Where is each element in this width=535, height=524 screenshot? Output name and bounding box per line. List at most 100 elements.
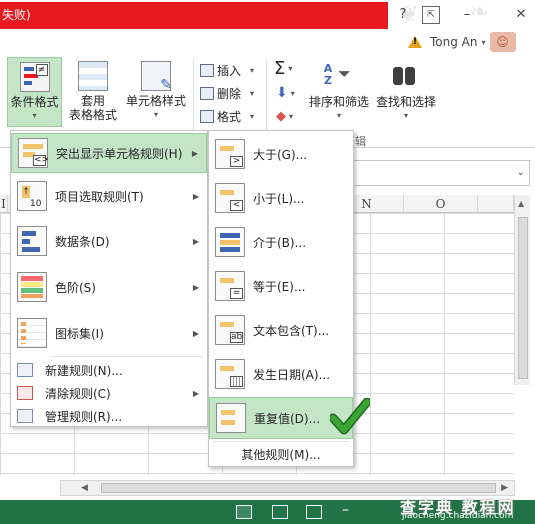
menu-item-text-contains[interactable]: ab 文本包含(T)... [209,309,353,351]
title-bar: 失败) ❦ ❧ ? ⇱ – ✕ [0,0,535,30]
format-cells-icon [200,109,214,123]
account-area[interactable]: Tong An ▾ ☺ [408,31,516,53]
fill-caret-icon: ▾ [290,88,295,98]
conditional-formatting-caret-icon: ▾ [32,111,37,120]
account-name: Tong An [430,35,478,49]
data-bars-icon [17,226,47,256]
menu-item-manage-rules[interactable]: 管理规则(R)... [11,405,207,427]
menu-item-more-rules[interactable]: 其他规则(M)... [209,446,353,463]
menu-item-label: 介于(B)... [253,235,307,250]
menu-item-highlight-cells-rules[interactable]: <> 突出显示单元格规则(H) ▶ [11,133,207,173]
help-button[interactable]: ? [394,6,412,24]
editing-group-label: 辑 [355,135,366,148]
page-layout-view-icon[interactable] [272,505,288,519]
clear-button[interactable]: ◆ ▾ [276,107,293,125]
find-select-caret-icon: ▾ [403,111,408,120]
page-break-view-icon[interactable] [306,505,322,519]
menu-separator [51,356,203,357]
menu-item-date-occurring[interactable]: 发生日期(A)... [209,353,353,395]
menu-item-clear-rules[interactable]: 清除规则(C) ▶ [11,382,207,404]
ribbon-display-options-icon[interactable]: ⇱ [422,6,440,24]
autosum-caret-icon: ▾ [288,63,293,73]
format-label: 格式 [217,109,242,124]
delete-button[interactable]: 删除 ▾ [200,84,254,102]
warning-icon [408,36,422,48]
normal-view-icon[interactable] [236,505,252,519]
menu-item-label: 小于(L)... [253,191,305,206]
vertical-scroll-thumb[interactable] [518,217,528,379]
window-title: 失败) [0,2,388,29]
format-as-table-button[interactable]: 套用 表格格式 [64,61,122,122]
column-header-partial[interactable]: I [0,195,8,213]
submenu-arrow-icon: ▶ [192,388,199,398]
horizontal-scroll-thumb[interactable] [101,483,496,493]
scroll-left-icon[interactable]: ◀ [81,483,88,493]
table-format-icon [78,61,108,91]
menu-item-icon-sets[interactable]: 图标集(I) ▶ [11,311,207,355]
autosum-button[interactable]: Σ ▾ [274,58,293,79]
vertical-scrollbar[interactable]: ▲ [514,195,530,385]
menu-item-label: 大于(G)... [253,147,308,162]
text-contains-icon: ab [215,315,245,345]
menu-item-label: 清除规则(C) [45,386,111,401]
menu-item-label: 等于(E)... [253,279,306,294]
sort-filter-button[interactable]: AZ ⏷ 排序和筛选 ▾ [306,61,372,123]
cell-styles-icon: ✎ [141,61,172,92]
date-occurring-icon [215,359,245,389]
find-select-button[interactable]: 查找和选择 ▾ [374,61,438,123]
sort-filter-caret-icon: ▾ [336,111,341,120]
menu-item-between[interactable]: 介于(B)... [209,221,353,263]
clear-caret-icon: ▾ [289,111,294,121]
conditional-formatting-button[interactable]: ≠ 条件格式 ▾ [7,57,62,127]
menu-item-less-than[interactable]: < 小于(L)... [209,177,353,219]
close-button[interactable]: ✕ [512,6,530,24]
new-rule-icon [17,363,33,377]
menu-item-data-bars[interactable]: 数据条(D) ▶ [11,219,207,263]
menu-item-label: 新建规则(N)... [45,363,123,378]
menu-item-label: 色阶(S) [55,280,96,295]
greater-than-icon: > [215,139,245,169]
menu-item-label: 图标集(I) [55,326,104,341]
menu-item-greater-than[interactable]: > 大于(G)... [209,133,353,175]
formula-bar[interactable]: ⌄ [352,160,530,186]
scroll-up-icon[interactable]: ▲ [518,199,524,208]
menu-item-new-rule[interactable]: 新建规则(N)... [11,359,207,381]
insert-button[interactable]: 插入 ▾ [200,61,254,79]
cell-styles-label: 单元格样式 [125,94,186,108]
menu-item-top-bottom-rules[interactable]: ↑ 10 项目选取规则(T) ▶ [11,175,207,217]
menu-item-label: 项目选取规则(T) [55,189,144,204]
menu-item-label: 突出显示单元格规则(H) [56,146,183,161]
column-header-next[interactable] [478,195,514,213]
clear-rules-icon [17,386,33,400]
table-format-label-line1: 套用 [80,94,105,108]
scroll-right-icon[interactable]: ▶ [501,483,508,493]
feedback-smile-icon[interactable]: ☺ [489,32,516,52]
insert-caret-icon: ▾ [250,65,255,75]
submenu-arrow-icon: ▶ [192,236,199,246]
submenu-arrow-icon: ▶ [192,282,199,292]
formula-bar-expand-icon[interactable]: ⌄ [517,167,525,178]
menu-item-label: 管理规则(R)... [45,409,123,424]
conditional-formatting-icon: ≠ [19,62,50,92]
find-select-label: 查找和选择 [375,95,436,109]
minimize-button[interactable]: – [458,6,476,24]
menu-item-color-scales[interactable]: 色阶(S) ▶ [11,265,207,309]
conditional-formatting-label: 条件格式 [10,95,59,109]
cell-styles-button[interactable]: ✎ 单元格样式 ▾ [124,61,188,122]
less-than-icon: < [215,183,245,213]
zoom-out-icon[interactable]: – [342,502,349,518]
menu-item-equal-to[interactable]: = 等于(E)... [209,265,353,307]
manage-rules-icon [17,409,33,423]
format-button[interactable]: 格式 ▾ [200,107,254,125]
conditional-formatting-menu: <> 突出显示单元格规则(H) ▶ ↑ 10 项目选取规则(T) ▶ 数据条(D… [10,130,208,427]
column-header-o[interactable]: O [404,195,478,213]
menu-item-label: 数据条(D) [55,234,110,249]
sort-filter-icon: AZ ⏷ [323,62,351,87]
watermark-url: jiaocheng.chazidian.com [402,511,514,521]
submenu-arrow-icon: ▶ [192,328,199,338]
submenu-arrow-icon: ▶ [191,148,198,158]
fill-button[interactable]: ⬇ ▾ [276,84,295,102]
account-caret-icon: ▾ [481,37,486,47]
checkmark-icon [330,398,370,435]
delete-caret-icon: ▾ [250,88,255,98]
